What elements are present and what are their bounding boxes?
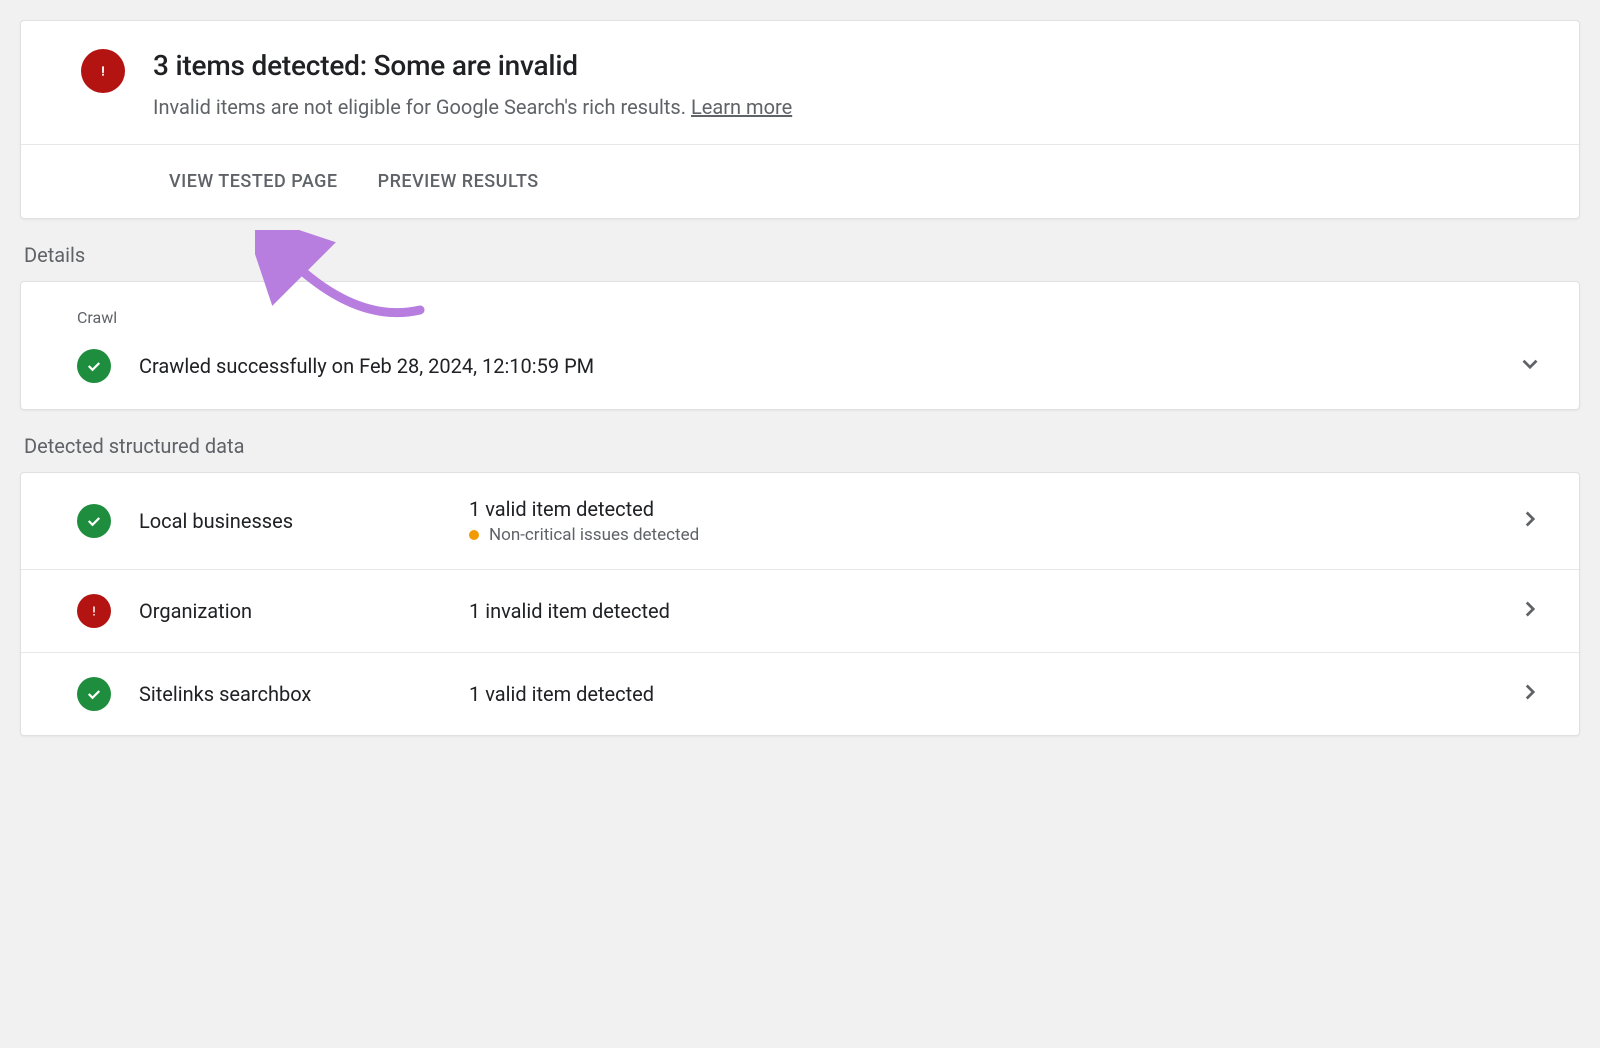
learn-more-link[interactable]: Learn more xyxy=(691,95,792,119)
preview-results-button[interactable]: PREVIEW RESULTS xyxy=(378,171,539,192)
structured-data-status: 1 invalid item detected xyxy=(469,599,1517,623)
chevron-down-icon xyxy=(1517,351,1543,381)
summary-title: 3 items detected: Some are invalid xyxy=(153,49,792,82)
structured-data-section-label: Detected structured data xyxy=(24,434,1580,458)
crawl-card: Crawl Crawled successfully on Feb 28, 20… xyxy=(20,281,1580,410)
summary-subtitle: Invalid items are not eligible for Googl… xyxy=(153,92,792,122)
structured-data-status: 1 valid item detected xyxy=(469,682,1517,706)
structured-data-name: Organization xyxy=(139,599,469,623)
summary-header: 3 items detected: Some are invalid Inval… xyxy=(21,21,1579,145)
structured-data-row[interactable]: Organization 1 invalid item detected xyxy=(21,570,1579,653)
checkmark-icon xyxy=(77,349,111,383)
chevron-right-icon xyxy=(1517,679,1543,709)
structured-data-row[interactable]: Sitelinks searchbox 1 valid item detecte… xyxy=(21,653,1579,735)
view-tested-page-button[interactable]: VIEW TESTED PAGE xyxy=(169,171,338,192)
structured-data-sub-text: Non-critical issues detected xyxy=(489,525,699,545)
crawl-status-text: Crawled successfully on Feb 28, 2024, 12… xyxy=(139,354,1489,378)
details-section-label: Details xyxy=(24,243,1580,267)
summary-card: 3 items detected: Some are invalid Inval… xyxy=(20,20,1580,219)
error-icon xyxy=(81,49,125,93)
structured-data-substatus: Non-critical issues detected xyxy=(469,525,1517,545)
chevron-right-icon xyxy=(1517,506,1543,536)
structured-data-card: Local businesses 1 valid item detected N… xyxy=(20,472,1580,736)
checkmark-icon xyxy=(77,677,111,711)
structured-data-status: 1 valid item detected xyxy=(469,497,1517,521)
crawl-label: Crawl xyxy=(77,308,1543,327)
checkmark-icon xyxy=(77,504,111,538)
structured-data-name: Sitelinks searchbox xyxy=(139,682,469,706)
structured-data-row[interactable]: Local businesses 1 valid item detected N… xyxy=(21,473,1579,570)
chevron-right-icon xyxy=(1517,596,1543,626)
summary-subtitle-text: Invalid items are not eligible for Googl… xyxy=(153,95,691,119)
actions-row: VIEW TESTED PAGE PREVIEW RESULTS xyxy=(21,145,1579,218)
structured-data-name: Local businesses xyxy=(139,509,469,533)
warning-dot-icon xyxy=(469,530,479,540)
crawl-status-row[interactable]: Crawled successfully on Feb 28, 2024, 12… xyxy=(77,349,1543,383)
error-icon xyxy=(77,594,111,628)
